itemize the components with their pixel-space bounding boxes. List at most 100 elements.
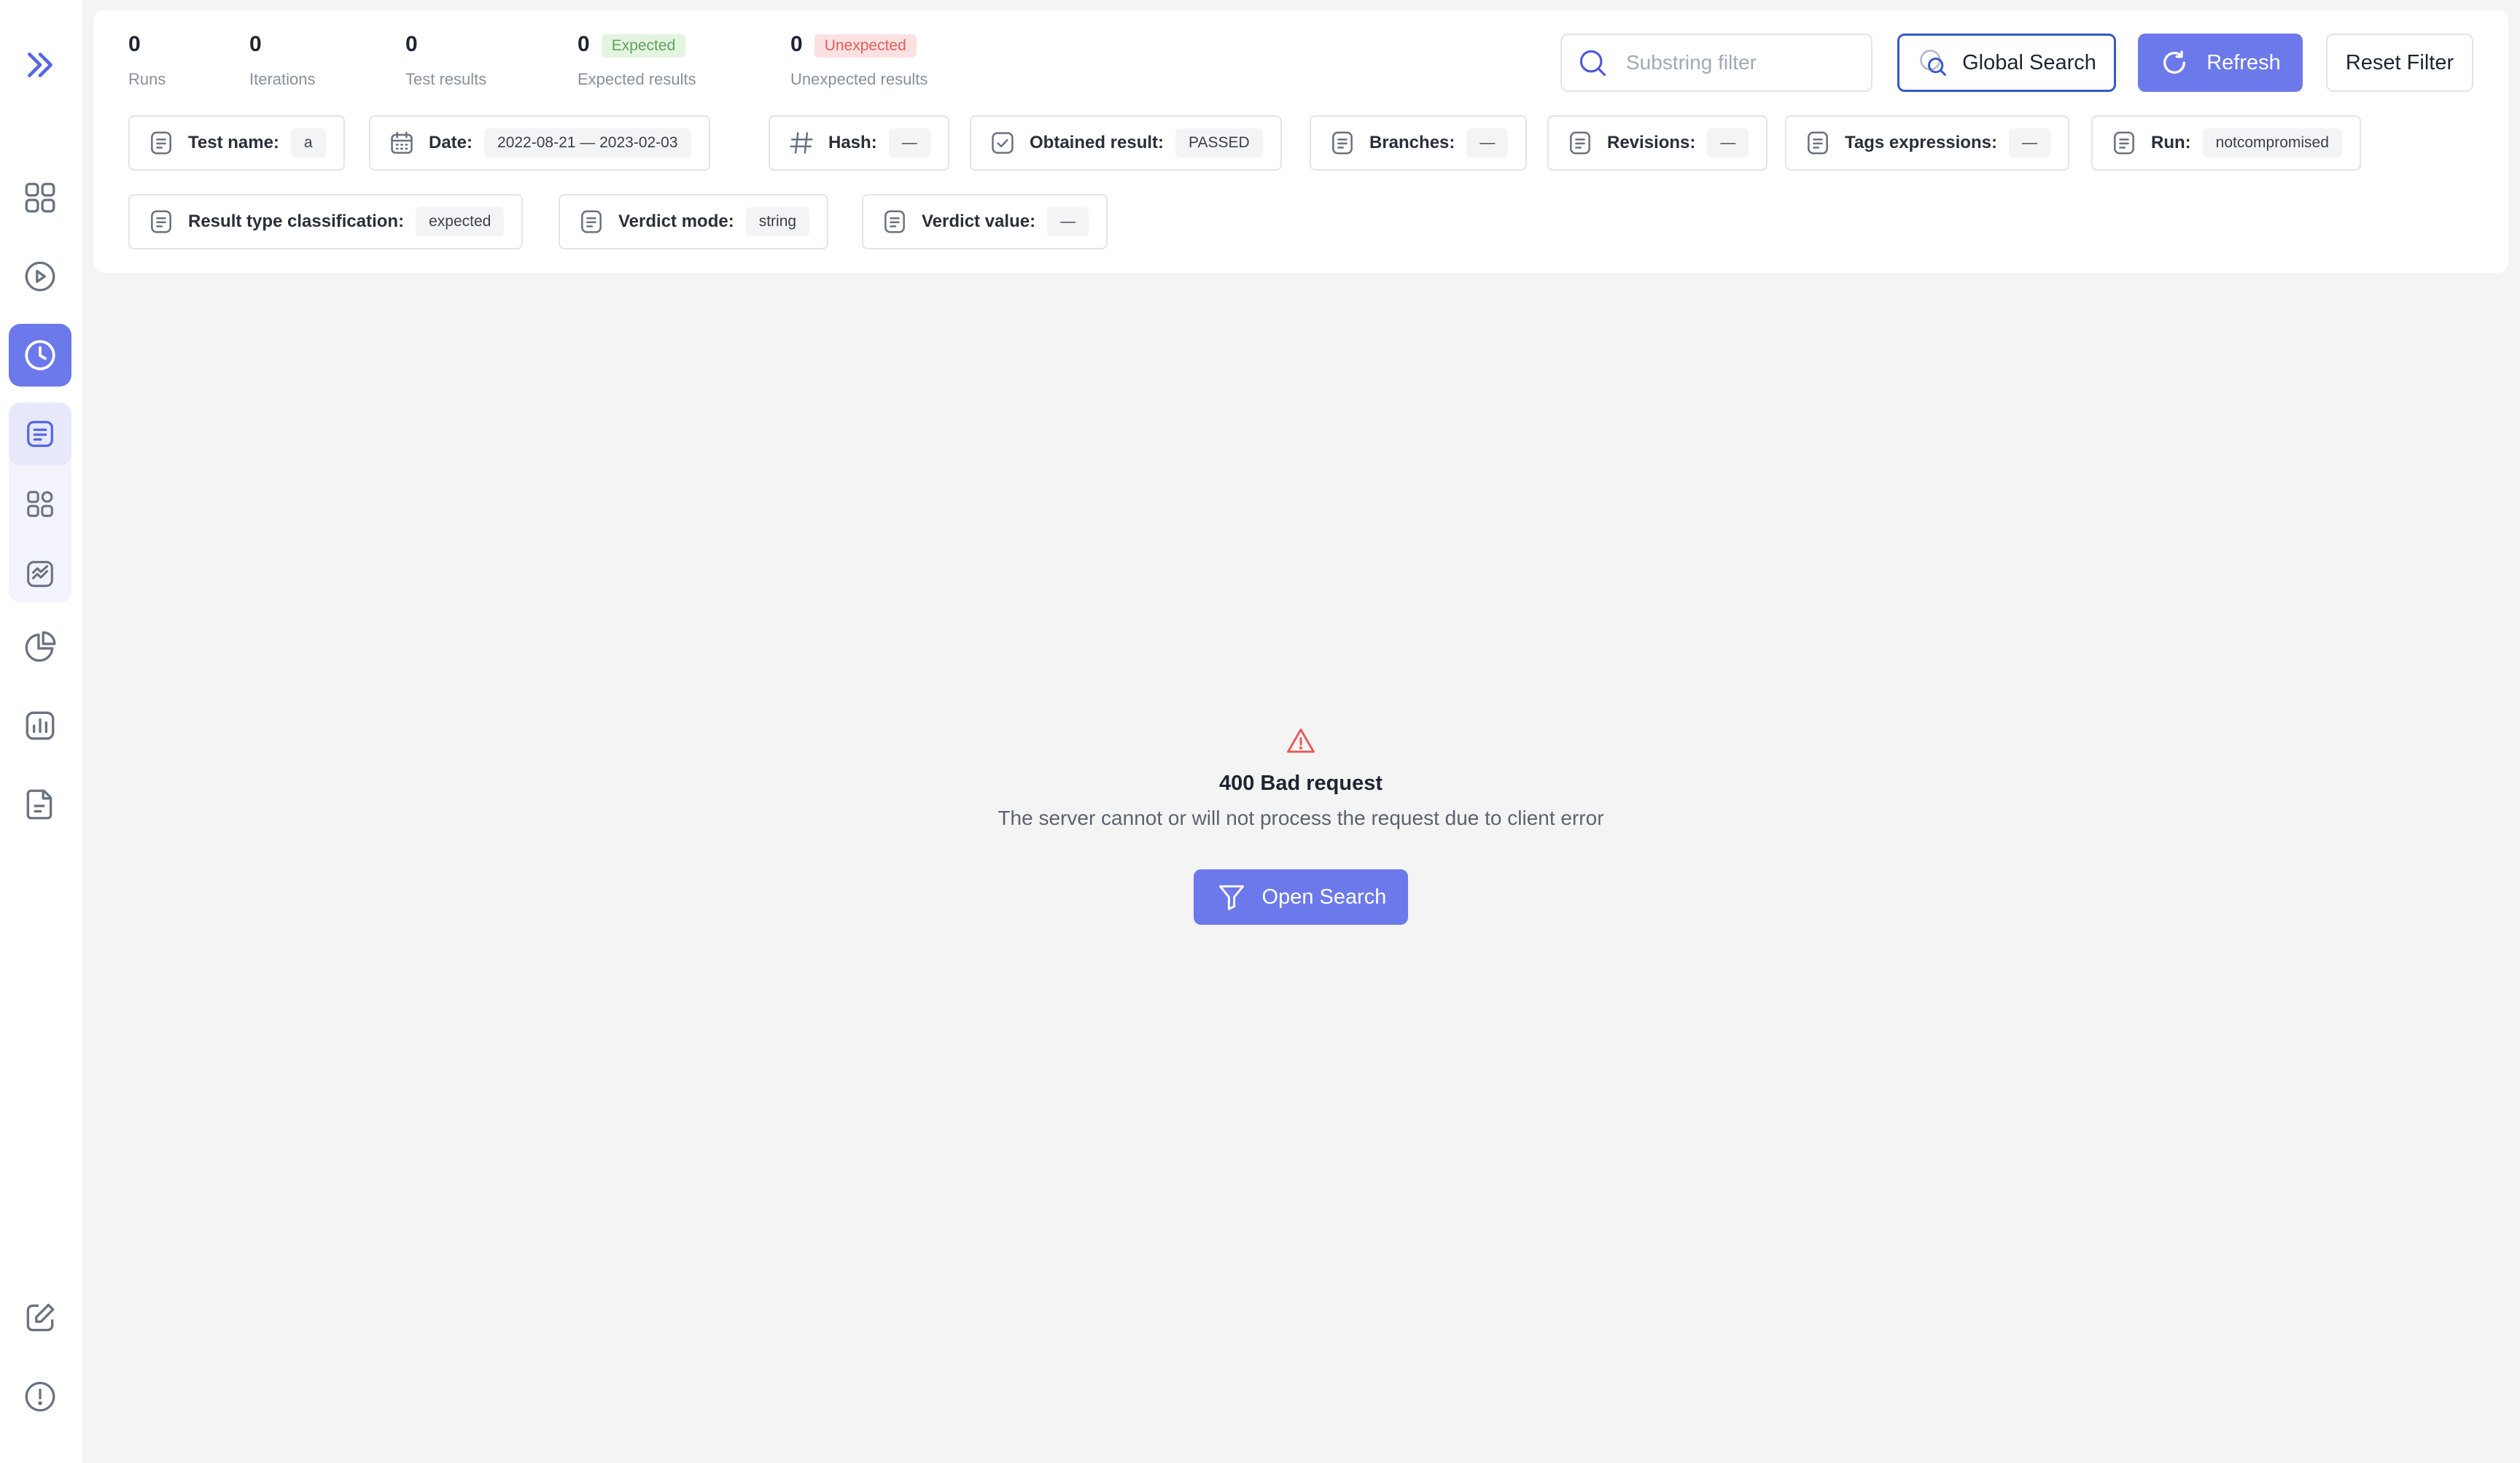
filter-funnel-icon (1218, 885, 1244, 910)
history-clock-icon (25, 340, 55, 370)
log-list-icon (27, 421, 53, 447)
edit-icon (26, 1303, 55, 1332)
warning-triangle-icon (1287, 728, 1315, 753)
expected-badge: Expected (601, 34, 686, 58)
refresh-icon (2163, 50, 2186, 74)
filter-header: 0 Runs 0 Iterations 0 Test results 0 Expe… (93, 10, 2508, 273)
chip-label: Branches: (1369, 133, 1455, 152)
sidebar-item-runs[interactable] (9, 245, 71, 308)
substring-filter[interactable] (1560, 34, 1872, 92)
search-icon (1579, 50, 1606, 77)
stat-runs: 0 Runs (128, 32, 166, 89)
text-doc-icon (1332, 131, 1353, 155)
sidebar-item-history[interactable] (9, 324, 71, 387)
filter-chip-date[interactable]: Date: 2022-08-21 — 2023-02-03 (369, 115, 710, 171)
stat-label: Test results (405, 70, 487, 88)
sidebar-item-log[interactable] (9, 403, 71, 465)
filter-chip-verdict-mode[interactable]: Verdict mode: string (559, 194, 829, 249)
sidebar-item-statistics[interactable] (9, 616, 71, 678)
text-doc-icon (581, 210, 602, 233)
dashboard-grid-icon (25, 182, 55, 213)
reset-filter-label: Reset Filter (2345, 50, 2454, 74)
play-circle-icon (25, 261, 55, 292)
report-document-icon (26, 789, 52, 820)
reset-filter-button[interactable]: Reset Filter (2326, 34, 2473, 92)
stat-unexpected-results: 0 Unexpected Unexpected results (790, 32, 928, 89)
filter-chip-hash[interactable]: Hash: — (769, 115, 949, 171)
chip-value: expected (416, 207, 505, 236)
filter-chip-revisions[interactable]: Revisions: — (1547, 115, 1768, 171)
stat-test-results: 0 Test results (405, 32, 486, 89)
chip-label: Verdict value: (922, 212, 1036, 231)
stat-label: Iterations (249, 70, 316, 88)
sidebar (0, 0, 82, 1463)
chip-value: — (2008, 128, 2050, 158)
chip-value: — (1707, 128, 1749, 158)
open-search-button[interactable]: Open Search (1194, 869, 1408, 925)
filter-chip-run[interactable]: Run: notcompromised (2091, 115, 2361, 171)
global-search-label: Global Search (1962, 50, 2096, 74)
bar-chart-icon (26, 711, 55, 740)
chip-label: Verdict mode: (618, 212, 734, 231)
stat-iterations: 0 Iterations (249, 32, 316, 89)
stat-value: 0 (249, 32, 262, 56)
chip-value: — (1047, 207, 1089, 236)
chip-label: Obtained result: (1030, 133, 1164, 152)
chip-value: a (290, 128, 326, 158)
stat-label: Runs (128, 70, 166, 88)
chip-label: Hash: (828, 133, 877, 152)
error-message: The server cannot or will not process th… (998, 807, 1604, 829)
calendar-icon (391, 131, 413, 154)
chip-label: Test name: (188, 133, 279, 152)
chip-value: — (888, 128, 930, 158)
stat-value: 0 (578, 32, 590, 56)
text-doc-icon (151, 210, 171, 233)
filter-chip-tags-expressions[interactable]: Tags expressions: — (1785, 115, 2069, 171)
filter-chip-result-type-classification[interactable]: Result type classification: expected (128, 194, 524, 249)
stat-value: 0 (405, 32, 418, 56)
filter-chip-verdict-value[interactable]: Verdict value: — (862, 194, 1108, 249)
sidebar-item-dashboard[interactable] (9, 166, 71, 229)
chip-value: notcompromised (2202, 128, 2342, 158)
alert-info-icon (25, 1381, 55, 1412)
hash-icon (790, 132, 813, 154)
chip-value: — (1466, 128, 1509, 158)
global-search-icon (1920, 50, 1947, 76)
sidebar-item-bar-charts[interactable] (9, 694, 71, 757)
text-doc-icon (884, 210, 905, 233)
unexpected-badge: Unexpected (814, 34, 917, 58)
stat-label: Expected results (578, 69, 696, 88)
stat-value: 0 (128, 32, 141, 56)
chip-label: Result type classification: (188, 212, 405, 231)
expand-sidebar-button[interactable] (9, 34, 71, 96)
sidebar-item-trends[interactable] (9, 543, 71, 605)
sidebar-item-feedback[interactable] (9, 1287, 71, 1349)
error-title: 400 Bad request (1218, 772, 1383, 795)
text-doc-icon (151, 131, 171, 155)
trend-chart-icon (27, 561, 53, 587)
chip-label: Revisions: (1607, 133, 1696, 152)
sidebar-item-components[interactable] (9, 473, 71, 535)
chip-value: 2022-08-21 — 2023-02-03 (484, 128, 691, 158)
filter-chip-obtained-result[interactable]: Obtained result: PASSED (970, 115, 1282, 171)
checkbox-icon (992, 132, 1014, 154)
sidebar-item-help[interactable] (9, 1365, 71, 1428)
chip-value: PASSED (1175, 128, 1263, 158)
chip-label: Run: (2151, 133, 2191, 152)
text-doc-icon (1808, 131, 1828, 155)
pie-chart-icon (25, 631, 56, 662)
filter-chip-branches[interactable]: Branches: — (1310, 115, 1528, 171)
stat-expected-results: 0 Expected Expected results (578, 32, 696, 89)
expand-chevrons-icon (28, 53, 52, 77)
sidebar-item-reports[interactable] (9, 773, 71, 836)
substring-filter-input[interactable] (1625, 50, 1861, 75)
chip-label: Tags expressions: (1845, 133, 1997, 152)
global-search-button[interactable]: Global Search (1897, 34, 2116, 92)
text-doc-icon (2114, 131, 2134, 155)
open-search-label: Open Search (1261, 885, 1387, 909)
filter-chip-test-name[interactable]: Test name: a (128, 115, 345, 171)
refresh-button[interactable]: Refresh (2138, 34, 2303, 92)
chip-label: Date: (429, 133, 473, 152)
text-doc-icon (1570, 131, 1590, 155)
chip-value: string (745, 207, 810, 236)
